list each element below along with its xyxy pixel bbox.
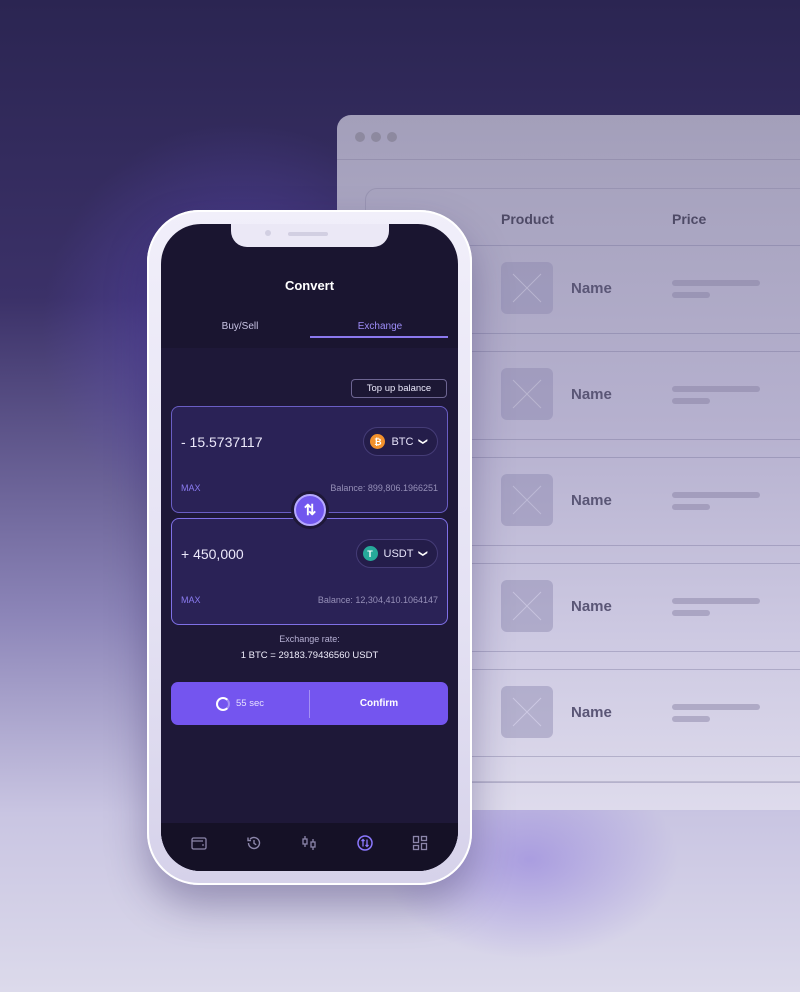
table-row[interactable]: Name [467, 352, 800, 440]
price-placeholder [672, 716, 710, 722]
divider [467, 545, 800, 546]
image-placeholder-icon [501, 686, 553, 738]
from-amount-input[interactable]: - 15.5737117 [181, 434, 262, 450]
table-row[interactable]: Name [467, 564, 800, 652]
bottom-nav [161, 823, 458, 871]
tab-buy-sell[interactable]: Buy/Sell [170, 321, 310, 332]
swap-arrows-icon: ⇅ [303, 502, 317, 519]
nav-markets[interactable] [298, 832, 320, 854]
wallet-icon [191, 837, 207, 850]
to-amount-card: + 450,000 T USDT ❯ MAX Balance: 12,304,4… [171, 518, 448, 625]
table-row[interactable]: Name [467, 458, 800, 546]
divider [467, 782, 800, 783]
table-row[interactable]: Name [467, 246, 800, 334]
exchange-rate-value: 1 BTC = 29183.79436560 USDT [240, 650, 379, 661]
table-row[interactable]: Name [467, 670, 800, 758]
to-amount-input[interactable]: + 450,000 [181, 546, 244, 562]
column-header-product: Product [501, 211, 554, 227]
to-max-button[interactable]: MAX [181, 595, 201, 605]
price-placeholder [672, 292, 710, 298]
price-placeholder [672, 504, 710, 510]
phone-screen: Convert Buy/Sell Exchange Top up balance… [161, 224, 458, 871]
to-currency-label: USDT [383, 547, 414, 560]
window-dot [387, 132, 397, 142]
price-placeholder [672, 598, 760, 604]
nav-wallet[interactable] [188, 832, 210, 854]
to-balance: Balance: 12,304,410.1064147 [317, 595, 438, 605]
chevron-down-icon: ❯ [418, 437, 429, 446]
tether-icon: T [362, 546, 378, 561]
phone-frame: Convert Buy/Sell Exchange Top up balance… [147, 210, 472, 885]
bitcoin-icon: ₿ [370, 434, 386, 449]
nav-dashboard[interactable] [409, 832, 431, 854]
divider [467, 651, 800, 652]
price-placeholder [672, 280, 760, 286]
price-placeholder [672, 704, 760, 710]
swap-button[interactable]: ⇅ [294, 494, 326, 526]
divider [467, 756, 800, 757]
active-tab-indicator [310, 336, 448, 338]
from-currency-select[interactable]: ₿ BTC ❯ [363, 427, 438, 456]
product-name: Name [571, 280, 612, 297]
image-placeholder-icon [501, 262, 553, 314]
quote-timer: 55 sec [171, 696, 309, 711]
from-max-button[interactable]: MAX [181, 483, 201, 493]
candles-chart-icon [302, 836, 317, 850]
window-dot [355, 132, 365, 142]
tab-exchange[interactable]: Exchange [310, 321, 450, 332]
nav-history[interactable] [243, 832, 265, 854]
chevron-down-icon: ❯ [418, 549, 429, 558]
column-header-price: Price [672, 211, 707, 227]
to-currency-select[interactable]: T USDT ❯ [355, 539, 438, 568]
camera-icon [265, 230, 271, 236]
divider [467, 439, 800, 440]
window-dot [371, 132, 381, 142]
confirm-bar: 55 sec Confirm [171, 682, 448, 725]
exchange-rate-label: Exchange rate: [279, 634, 340, 644]
speaker-grille [288, 232, 328, 236]
price-placeholder [672, 386, 760, 392]
phone-notch [231, 224, 389, 247]
image-placeholder-icon [501, 368, 553, 420]
product-name: Name [571, 704, 612, 721]
product-name: Name [571, 386, 612, 403]
confirm-button[interactable]: Confirm [310, 698, 448, 709]
nav-exchange[interactable] [354, 832, 376, 854]
top-up-balance-button[interactable]: Top up balance [351, 379, 447, 398]
from-balance: Balance: 899,806.1966251 [330, 483, 438, 493]
convert-panel: Top up balance - 15.5737117 ₿ BTC ❯ MAX … [161, 348, 458, 871]
from-currency-label: BTC [391, 435, 414, 448]
browser-title-bar [337, 115, 800, 160]
image-placeholder-icon [501, 580, 553, 632]
history-icon [247, 836, 261, 850]
price-placeholder [672, 492, 760, 498]
image-placeholder-icon [501, 474, 553, 526]
dashboard-grid-icon [413, 835, 428, 851]
exchange-icon [357, 835, 373, 851]
product-name: Name [571, 598, 612, 615]
price-placeholder [672, 610, 710, 616]
divider [467, 333, 800, 334]
price-placeholder [672, 398, 710, 404]
timer-label: 55 sec [236, 698, 264, 709]
timer-spinner-icon [216, 696, 230, 711]
page-title: Convert [284, 278, 335, 293]
product-name: Name [571, 492, 612, 509]
